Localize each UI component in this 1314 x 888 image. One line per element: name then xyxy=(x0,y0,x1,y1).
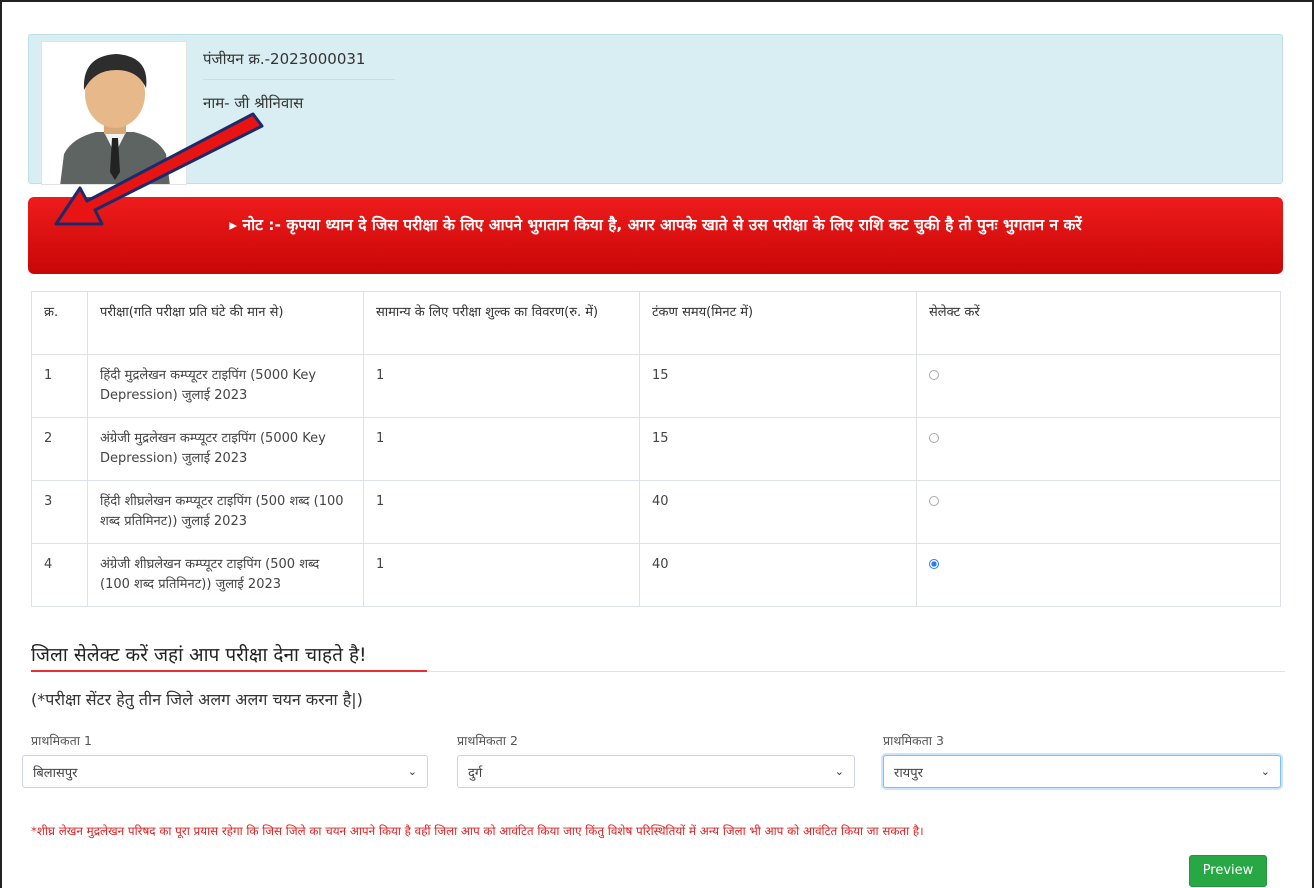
row-exam: हिंदी शीघ्रलेखन कम्प्यूटर टाइपिंग (500 श… xyxy=(87,480,364,544)
priority-3-value: रायपुर xyxy=(894,766,923,781)
row-fee: 1 xyxy=(363,480,640,544)
table-row: 4 अंग्रेजी शीघ्रलेखन कम्प्यूटर टाइपिंग (… xyxy=(31,543,1281,607)
table-header-row: क्र. परीक्षा(गति परीक्षा प्रति घंटे की म… xyxy=(31,291,1281,355)
district-note: (*परीक्षा सेंटर हेतु तीन जिले अलग अलग चय… xyxy=(31,690,363,709)
header-time: टंकण समय(मिनट में) xyxy=(639,291,917,355)
chevron-down-icon: ⌄ xyxy=(1260,765,1270,778)
header-fee: सामान्य के लिए परीक्षा शुल्क का विवरण(रु… xyxy=(363,291,640,355)
title-accent-line xyxy=(31,670,427,672)
priority-2-label: प्राथमिकता 2 xyxy=(457,733,518,748)
preview-button[interactable]: Preview xyxy=(1189,855,1267,887)
registration-number: पंजीयन क्र.-2023000031 xyxy=(203,50,366,68)
chevron-down-icon: ⌄ xyxy=(407,765,417,778)
header-exam: परीक्षा(गति परीक्षा प्रति घंटे की मान से… xyxy=(87,291,364,355)
exam-radio-1[interactable] xyxy=(929,370,939,380)
row-select-cell xyxy=(916,480,1281,544)
allocation-footnote: *शीघ्र लेखन मुद्रलेखन परिषद का पूरा प्रय… xyxy=(31,824,924,838)
row-time: 15 xyxy=(639,354,917,418)
table-row: 2 अंग्रेजी मुद्रलेखन कम्प्यूटर टाइपिंग (… xyxy=(31,417,1281,481)
priority-2-select[interactable]: दुर्ग ⌄ xyxy=(457,755,855,788)
priority-3-label: प्राथमिकता 3 xyxy=(883,733,944,748)
priority-1-label: प्राथमिकता 1 xyxy=(31,733,92,748)
divider xyxy=(203,79,395,80)
priority-1-value: बिलासपुर xyxy=(33,766,78,781)
exam-table: क्र. परीक्षा(गति परीक्षा प्रति घंटे की म… xyxy=(31,291,1281,607)
row-select-cell xyxy=(916,354,1281,418)
chevron-down-icon: ⌄ xyxy=(834,765,844,778)
row-exam: अंग्रेजी मुद्रलेखन कम्प्यूटर टाइपिंग (50… xyxy=(87,417,364,481)
table-row: 3 हिंदी शीघ्रलेखन कम्प्यूटर टाइपिंग (500… xyxy=(31,480,1281,544)
row-time: 40 xyxy=(639,543,917,607)
row-time: 15 xyxy=(639,417,917,481)
row-no: 2 xyxy=(31,417,88,481)
row-exam: अंग्रेजी शीघ्रलेखन कम्प्यूटर टाइपिंग (50… xyxy=(87,543,364,607)
row-fee: 1 xyxy=(363,543,640,607)
district-section-title: जिला सेलेक्ट करें जहां आप परीक्षा देना च… xyxy=(31,644,367,666)
exam-radio-2[interactable] xyxy=(929,433,939,443)
row-no: 3 xyxy=(31,480,88,544)
priority-2-value: दुर्ग xyxy=(468,766,483,781)
row-no: 4 xyxy=(31,543,88,607)
row-no: 1 xyxy=(31,354,88,418)
annotation-arrow xyxy=(54,112,264,226)
row-select-cell xyxy=(916,417,1281,481)
row-fee: 1 xyxy=(363,354,640,418)
priority-1-select[interactable]: बिलासपुर ⌄ xyxy=(22,755,428,788)
row-exam: हिंदी मुद्रलेखन कम्प्यूटर टाइपिंग (5000 … xyxy=(87,354,364,418)
row-time: 40 xyxy=(639,480,917,544)
priority-3-select[interactable]: रायपुर ⌄ xyxy=(883,755,1281,788)
header-no: क्र. xyxy=(31,291,88,355)
row-fee: 1 xyxy=(363,417,640,481)
row-select-cell xyxy=(916,543,1281,607)
exam-radio-4[interactable] xyxy=(929,559,939,569)
table-row: 1 हिंदी मुद्रलेखन कम्प्यूटर टाइपिंग (500… xyxy=(31,354,1281,418)
exam-radio-3[interactable] xyxy=(929,496,939,506)
header-select: सेलेक्ट करें xyxy=(916,291,1281,355)
